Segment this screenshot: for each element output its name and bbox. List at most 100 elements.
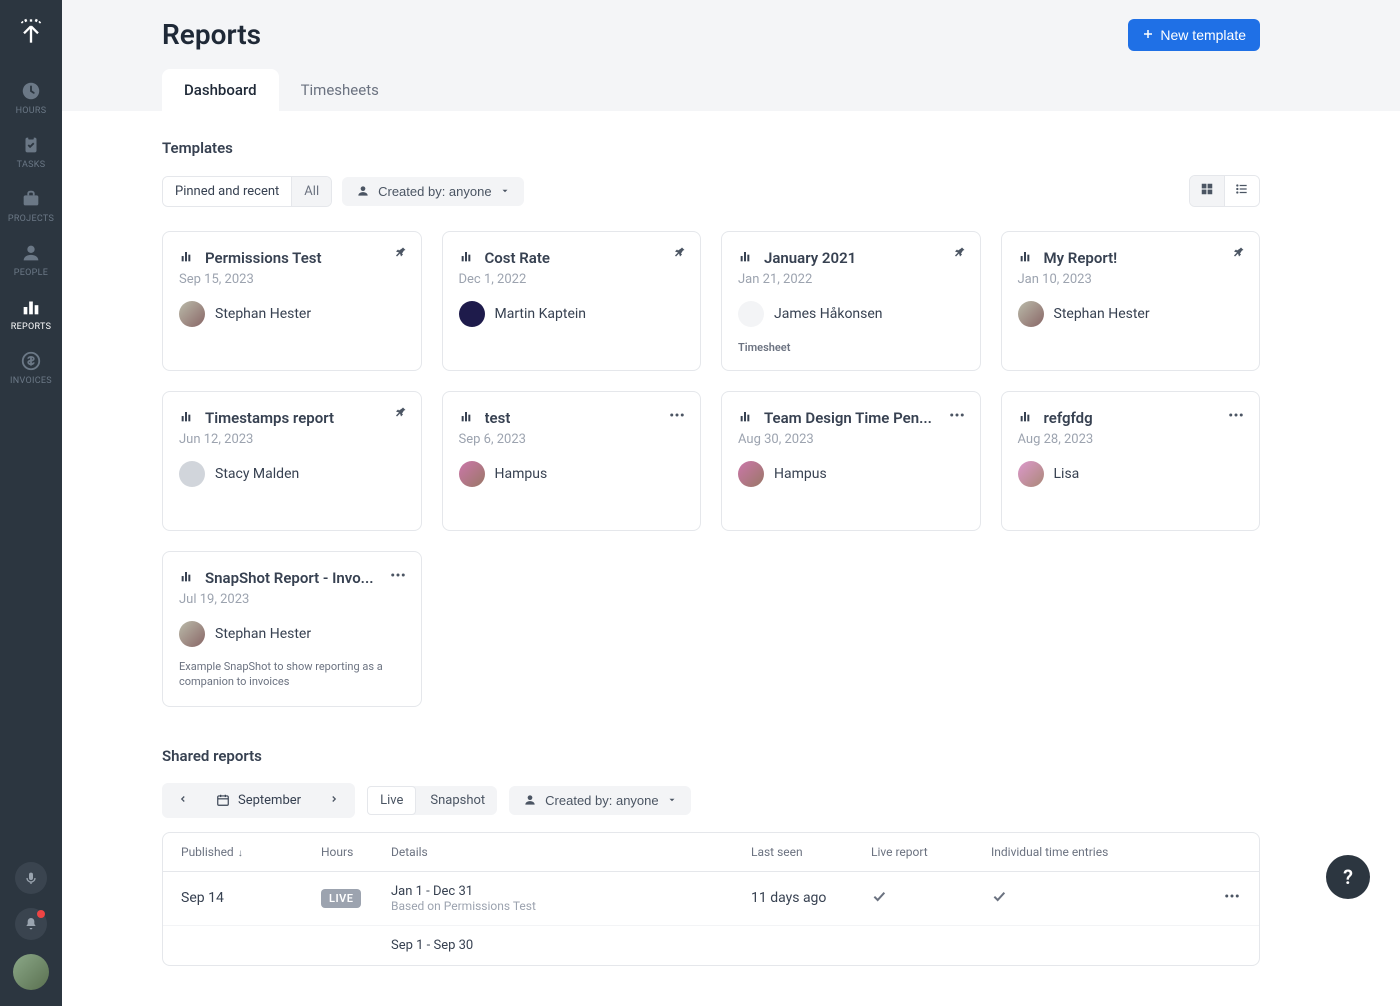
sidebar-mic-button[interactable] bbox=[15, 862, 47, 894]
new-template-button[interactable]: New template bbox=[1128, 19, 1260, 51]
nav-invoices[interactable]: INVOICES bbox=[0, 340, 62, 394]
template-card[interactable]: SnapShot Report - Invo... Jul 19, 2023 Ste… bbox=[162, 551, 422, 707]
nav-label: TASKS bbox=[17, 160, 46, 170]
template-card[interactable]: Team Design Time Pen...Aug 30, 2023Hampu… bbox=[721, 391, 981, 531]
nav-projects[interactable]: PROJECTS bbox=[0, 178, 62, 232]
template-card[interactable]: My Report!Jan 10, 2023Stephan Hester bbox=[1001, 231, 1261, 371]
person-icon bbox=[523, 793, 537, 807]
pin-icon[interactable] bbox=[395, 246, 407, 262]
filter-pinned-recent[interactable]: Pinned and recent bbox=[163, 177, 291, 206]
table-row[interactable]: Sep 1 - Sep 30 bbox=[163, 926, 1259, 965]
bar-chart-icon bbox=[459, 408, 475, 428]
month-prev-button[interactable] bbox=[166, 787, 200, 814]
month-next-button[interactable] bbox=[317, 787, 351, 814]
clipboard-icon bbox=[20, 134, 42, 156]
shared-filter-created-by[interactable]: Created by: anyone bbox=[509, 786, 690, 815]
seg-snapshot[interactable]: Snapshot bbox=[418, 787, 497, 814]
nav-hours[interactable]: HOURS bbox=[0, 70, 62, 124]
author-name: Stephan Hester bbox=[1054, 306, 1150, 322]
pin-icon[interactable] bbox=[395, 406, 407, 422]
template-card[interactable]: Cost RateDec 1, 2022Martin Kaptein bbox=[442, 231, 702, 371]
template-card[interactable]: January 2021Jan 21, 2022James HåkonsenTi… bbox=[721, 231, 981, 371]
author-name: Stephan Hester bbox=[215, 306, 311, 322]
template-card[interactable]: Permissions TestSep 15, 2023Stephan Hest… bbox=[162, 231, 422, 371]
person-icon bbox=[356, 184, 370, 198]
person-icon bbox=[20, 242, 42, 264]
more-icon[interactable] bbox=[948, 406, 966, 428]
card-title: Team Design Time Pen... bbox=[764, 409, 932, 427]
template-card[interactable]: testSep 6, 2023Hampus bbox=[442, 391, 702, 531]
table-row[interactable]: Sep 14LIVEJan 1 - Dec 31Based on Permiss… bbox=[163, 872, 1259, 926]
nav-tasks[interactable]: TASKS bbox=[0, 124, 62, 178]
bar-chart-icon bbox=[20, 296, 42, 318]
bar-chart-icon bbox=[179, 248, 195, 268]
cell-details: Jan 1 - Dec 31Based on Permissions Test bbox=[391, 884, 751, 913]
row-more-button[interactable] bbox=[1171, 887, 1241, 910]
card-description: Example SnapShot to show reporting as a … bbox=[179, 659, 405, 690]
help-button[interactable]: ? bbox=[1326, 855, 1370, 899]
col-details[interactable]: Details bbox=[391, 845, 751, 859]
author-avatar bbox=[738, 301, 764, 327]
pin-icon[interactable] bbox=[954, 246, 966, 262]
card-title: SnapShot Report - Invo... bbox=[205, 569, 373, 587]
chevron-down-icon bbox=[500, 184, 510, 199]
sidebar-notifications-button[interactable] bbox=[15, 908, 47, 940]
bar-chart-icon bbox=[1018, 408, 1034, 428]
card-date: Jul 19, 2023 bbox=[179, 592, 405, 607]
cell-live-report bbox=[871, 888, 991, 908]
filter-all[interactable]: All bbox=[291, 177, 331, 206]
cell-individual bbox=[991, 888, 1171, 908]
month-label: September bbox=[238, 793, 301, 808]
more-icon[interactable] bbox=[668, 406, 686, 428]
author-name: Lisa bbox=[1054, 466, 1080, 482]
col-live-report[interactable]: Live report bbox=[871, 845, 991, 859]
view-list-button[interactable] bbox=[1224, 176, 1259, 206]
filter-created-by[interactable]: Created by: anyone bbox=[342, 177, 523, 206]
card-title: Permissions Test bbox=[205, 249, 322, 267]
chevron-down-icon bbox=[667, 793, 677, 808]
cell-last-seen: 11 days ago bbox=[751, 890, 871, 906]
author-name: Stephan Hester bbox=[215, 626, 311, 642]
month-picker-button[interactable]: September bbox=[202, 787, 315, 814]
card-date: Jun 12, 2023 bbox=[179, 432, 405, 447]
template-card[interactable]: Timestamps reportJun 12, 2023Stacy Malde… bbox=[162, 391, 422, 531]
pin-icon[interactable] bbox=[1233, 246, 1245, 262]
bar-chart-icon bbox=[179, 568, 195, 588]
templates-heading: Templates bbox=[162, 139, 1260, 157]
card-title: refgfdg bbox=[1044, 409, 1093, 427]
plus-icon bbox=[1142, 27, 1154, 43]
col-hours[interactable]: Hours bbox=[321, 845, 391, 859]
bar-chart-icon bbox=[459, 248, 475, 268]
grid-icon bbox=[1200, 182, 1214, 196]
sidebar-user-avatar[interactable] bbox=[13, 954, 49, 990]
dollar-icon bbox=[20, 350, 42, 372]
card-date: Aug 30, 2023 bbox=[738, 432, 964, 447]
nav-reports[interactable]: REPORTS bbox=[0, 286, 62, 340]
card-title: Cost Rate bbox=[485, 249, 550, 267]
col-individual[interactable]: Individual time entries bbox=[991, 845, 1171, 859]
author-name: James Håkonsen bbox=[774, 306, 883, 322]
tab-timesheets[interactable]: Timesheets bbox=[279, 69, 401, 111]
author-avatar bbox=[1018, 461, 1044, 487]
app-logo[interactable] bbox=[0, 0, 62, 62]
template-card[interactable]: refgfdgAug 28, 2023Lisa bbox=[1001, 391, 1261, 531]
more-icon[interactable] bbox=[389, 566, 407, 588]
author-avatar bbox=[459, 301, 485, 327]
sidebar: HOURS TASKS PROJECTS PEOPLE REPORTS bbox=[0, 0, 62, 1006]
col-last-seen[interactable]: Last seen bbox=[751, 845, 871, 859]
nav-label: HOURS bbox=[16, 106, 47, 116]
author-avatar bbox=[1018, 301, 1044, 327]
author-avatar bbox=[179, 461, 205, 487]
col-published[interactable]: Published↓ bbox=[181, 845, 321, 859]
nav-label: REPORTS bbox=[11, 322, 51, 332]
chevron-left-icon bbox=[178, 794, 188, 804]
pin-icon[interactable] bbox=[674, 246, 686, 262]
more-icon[interactable] bbox=[1227, 406, 1245, 428]
tab-dashboard[interactable]: Dashboard bbox=[162, 69, 279, 111]
view-grid-button[interactable] bbox=[1190, 176, 1224, 206]
nav-people[interactable]: PEOPLE bbox=[0, 232, 62, 286]
card-title: test bbox=[485, 409, 511, 427]
seg-live[interactable]: Live bbox=[367, 786, 416, 815]
view-toggle bbox=[1189, 175, 1260, 207]
filter-label: Created by: anyone bbox=[378, 184, 491, 199]
